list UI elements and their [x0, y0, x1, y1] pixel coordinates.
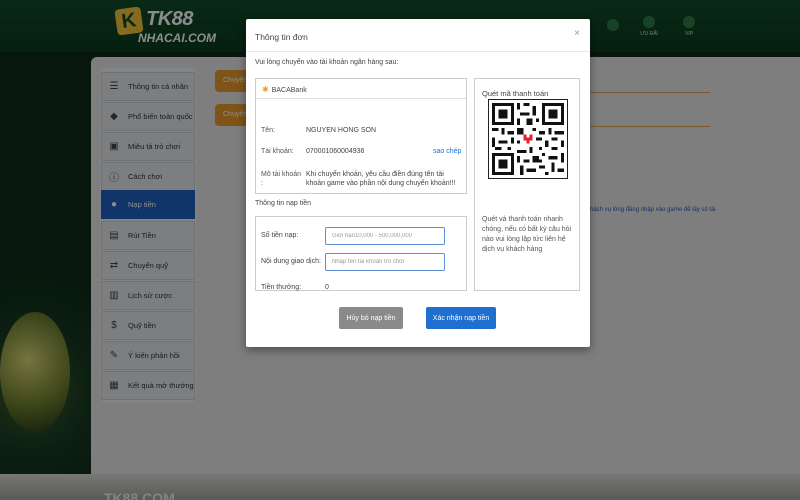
account-memo-label: Mô tài khoản :: [261, 171, 302, 187]
order-info-dialog: Thông tin đơn × Vui lòng chuyển vào tài …: [246, 19, 590, 347]
bank-logo-icon: ✱: [262, 85, 269, 94]
bonus-label: Tiền thưởng:: [261, 284, 302, 291]
bonus-value: 0: [325, 284, 329, 291]
dialog-divider: [246, 51, 590, 52]
account-number-value: 070001060004936: [306, 148, 365, 155]
deposit-section-title: Thông tin nạp tiền: [255, 200, 312, 207]
amount-label: Số tiền nạp:: [261, 232, 299, 239]
transaction-content-input[interactable]: [325, 253, 445, 271]
cancel-deposit-button[interactable]: Hủy bỏ nạp tiền: [339, 307, 403, 329]
payment-qr-code: [488, 99, 568, 179]
qr-help-note: Quét và thanh toán nhanh chóng, nếu có b…: [482, 216, 572, 253]
account-memo-value: Khi chuyển khoản, yêu cầu điền đúng tên …: [306, 171, 456, 187]
confirm-deposit-button[interactable]: Xác nhận nạp tiền: [426, 307, 496, 329]
copy-account-link[interactable]: sao chép: [433, 148, 461, 155]
account-number-label: Tài khoản:: [261, 148, 294, 155]
transfer-instruction: Vui lòng chuyển vào tài khoản ngân hàng …: [255, 59, 399, 66]
transaction-content-label: Nội dung giao dịch:: [261, 258, 321, 265]
dialog-title: Thông tin đơn: [255, 32, 308, 42]
account-name-value: NGUYEN HONG SON: [306, 127, 377, 134]
qr-payment-panel: Quét mã thanh toán Quét và thanh toán nh…: [474, 78, 580, 291]
bank-account-panel: ✱ BACABank Tên: NGUYEN HONG SON Tài khoản…: [255, 78, 467, 194]
qr-title: Quét mã thanh toán: [482, 89, 549, 98]
close-icon[interactable]: ×: [572, 29, 582, 39]
account-name-label: Tên:: [261, 127, 276, 134]
bank-header: ✱ BACABank: [256, 79, 466, 99]
bank-name: BACABank: [271, 87, 307, 94]
deposit-form: Số tiền nạp: Nội dung giao dịch: Tiền th…: [255, 216, 467, 291]
amount-input[interactable]: [325, 227, 445, 245]
